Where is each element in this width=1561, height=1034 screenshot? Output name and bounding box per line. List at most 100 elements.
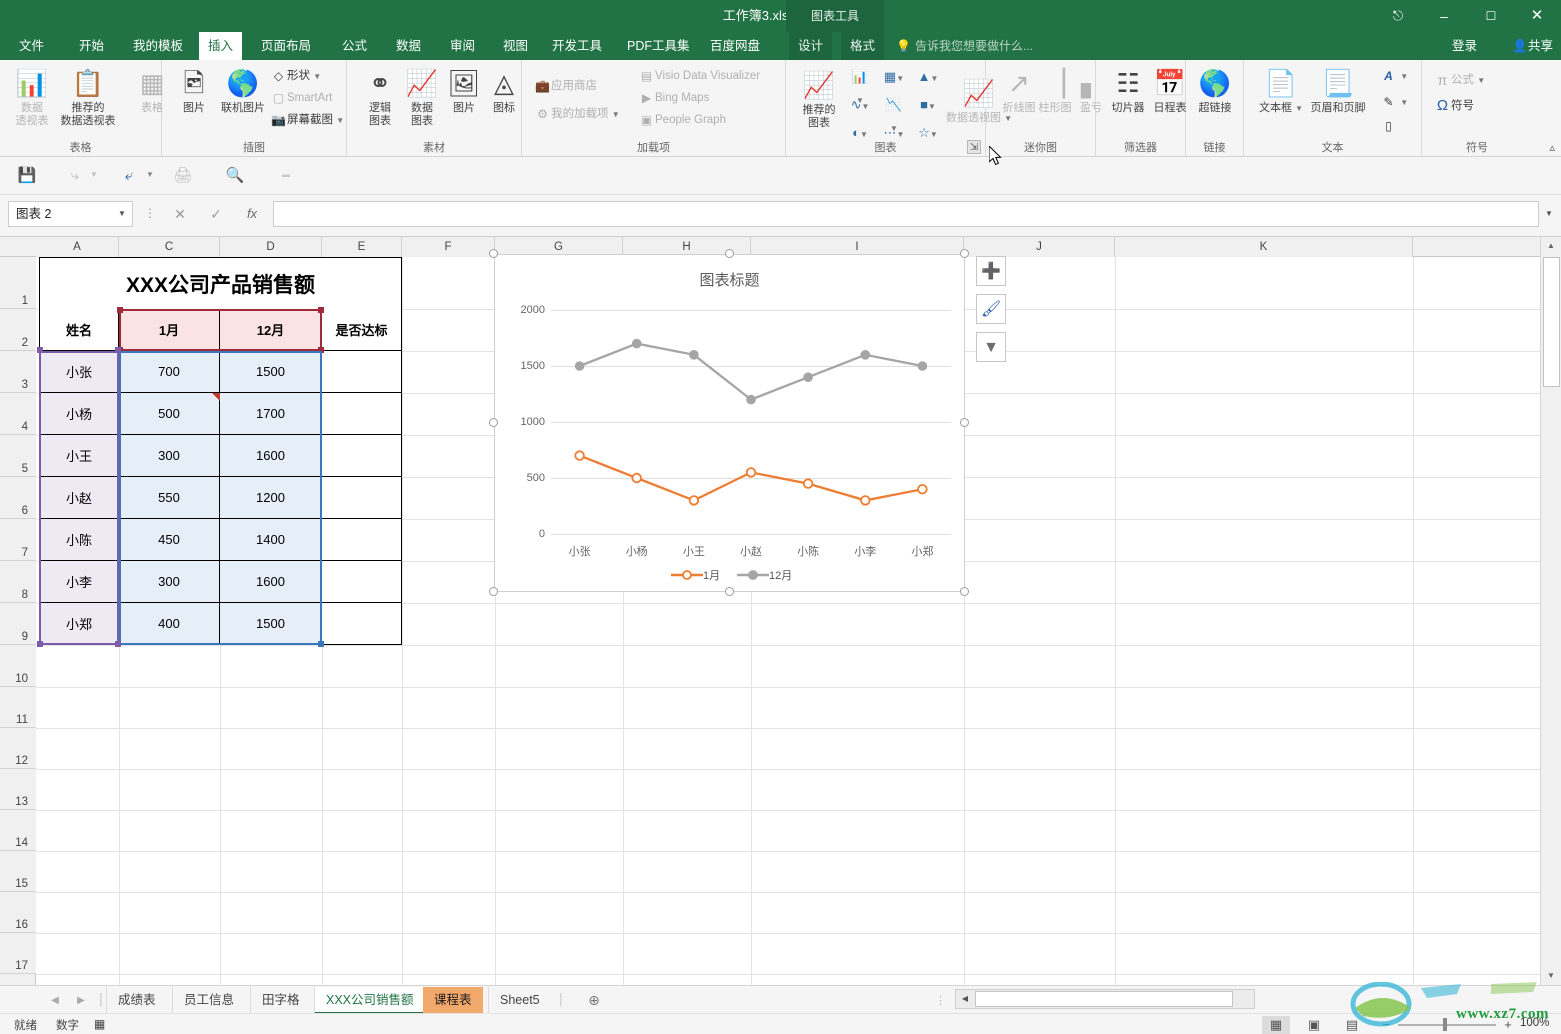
chart-resize-handle-ne[interactable] xyxy=(960,249,969,258)
smartart-icon[interactable]: ▢ SmartArt xyxy=(270,88,333,108)
sheet-tab-yuangongxinxi[interactable]: 员工信息 xyxy=(172,987,245,1014)
hierarchy-chart-icon[interactable]: ▦▼ xyxy=(882,66,906,88)
column-header-D[interactable]: D xyxy=(220,237,322,257)
chart-resize-handle-se[interactable] xyxy=(960,587,969,596)
row-header-9[interactable]: 9 xyxy=(0,603,36,645)
my-addins-icon[interactable]: ⚙ 我的加载项 ▼ xyxy=(534,104,620,124)
tab-developer[interactable]: 开发工具 xyxy=(543,32,611,60)
table-header-name[interactable]: 姓名 xyxy=(39,309,119,351)
table-row[interactable] xyxy=(322,519,402,561)
chart-resize-handle-w[interactable] xyxy=(489,418,498,427)
row-header-10[interactable]: 10 xyxy=(0,645,36,687)
waterfall-chart-icon[interactable]: ▲▼ xyxy=(916,66,940,88)
charts-dialog-launcher[interactable]: ⇲ xyxy=(967,140,981,154)
formula-input[interactable] xyxy=(273,201,1539,227)
header-footer-icon[interactable]: 📃 页眉和页脚 xyxy=(1306,64,1370,115)
shapes-icon[interactable]: ◇ 形状 ▼ xyxy=(270,66,321,86)
column-header-K[interactable]: K xyxy=(1115,237,1413,257)
tab-split-handle[interactable]: │ xyxy=(98,994,106,1006)
name-box-dropdown-icon[interactable]: ▼ xyxy=(112,201,132,227)
table-row[interactable] xyxy=(322,561,402,603)
screenshot-icon[interactable]: 📷屏幕截图 ▼ xyxy=(270,110,344,130)
table-row[interactable]: 1500 xyxy=(220,351,322,393)
table-row[interactable]: 300 xyxy=(119,435,220,477)
horizontal-scroll-thumb[interactable] xyxy=(975,991,1233,1007)
chart-resize-handle-sw[interactable] xyxy=(489,587,498,596)
table-row[interactable]: 小郑 xyxy=(39,603,119,645)
table-row[interactable]: 700 xyxy=(119,351,220,393)
redo-caret-icon[interactable]: ▼ xyxy=(90,170,98,179)
recommended-pivot-icon[interactable]: 📋 推荐的 数据透视表 xyxy=(52,64,124,127)
table-header-jan[interactable]: 1月 xyxy=(119,309,220,351)
column-header-C[interactable]: C xyxy=(119,237,220,257)
chart-object[interactable]: 图表标题 2000 1500 1000 500 0 小张 小杨 小王 小赵 小陈… xyxy=(494,254,965,592)
row-header-16[interactable]: 16 xyxy=(0,892,36,933)
maximize-icon[interactable]: ☐ xyxy=(1468,0,1514,32)
row-header-13[interactable]: 13 xyxy=(0,769,36,810)
bing-maps-icon[interactable]: ▶ Bing Maps xyxy=(638,88,709,108)
table-row[interactable]: 500 xyxy=(119,393,220,435)
row-header-5[interactable]: 5 xyxy=(0,435,36,477)
table-row[interactable]: 小张 xyxy=(39,351,119,393)
table-row[interactable]: 450 xyxy=(119,519,220,561)
chart-styles-button[interactable]: 🖌 xyxy=(976,294,1006,324)
column-header-E[interactable]: E xyxy=(322,237,402,257)
record-macro-icon[interactable]: ▦ xyxy=(94,1017,105,1031)
tab-chart-format[interactable]: 格式 xyxy=(841,32,885,60)
next-sheet-icon[interactable]: ▶ xyxy=(70,991,92,1010)
signature-line-icon[interactable]: ✎ ▼ xyxy=(1380,92,1408,112)
sheet-tab-tianzige[interactable]: 田字格 xyxy=(250,987,311,1014)
tab-page-layout[interactable]: 页面布局 xyxy=(252,32,320,60)
table-row[interactable]: 1600 xyxy=(220,561,322,603)
scroll-up-icon[interactable]: ▲ xyxy=(1541,237,1561,255)
zoom-out-button[interactable]: − xyxy=(1378,1017,1394,1032)
store-icon[interactable]: 💼应用商店 xyxy=(534,76,597,96)
line-chart-icon[interactable]: ∿▼ xyxy=(848,94,872,116)
table-row[interactable]: 1200 xyxy=(220,477,322,519)
tell-me-box[interactable]: 💡 告诉我您想要做什么... xyxy=(896,36,1033,56)
table-row[interactable] xyxy=(322,351,402,393)
row-header-1[interactable]: 1 xyxy=(0,257,36,309)
row-header-17[interactable]: 17 xyxy=(0,933,36,974)
legend-item-jan[interactable]: 1月 xyxy=(671,567,720,583)
ribbon-collapse-icon[interactable]: ▵ xyxy=(1549,141,1555,154)
online-picture-icon[interactable]: 🌎 联机图片 xyxy=(214,64,272,115)
object-icon[interactable]: ▯ xyxy=(1380,116,1397,136)
expand-formula-bar-icon[interactable]: ▼ xyxy=(1540,201,1558,227)
row-header-6[interactable]: 6 xyxy=(0,477,36,519)
chart-resize-handle-e[interactable] xyxy=(960,418,969,427)
sheet-tab-kechengbiao[interactable]: 课程表 xyxy=(423,987,483,1014)
page-break-view-button[interactable]: ▤ xyxy=(1338,1016,1366,1034)
row-header-8[interactable]: 8 xyxy=(0,561,36,603)
cancel-icon[interactable]: ✕ xyxy=(163,201,197,227)
zoom-slider-track[interactable] xyxy=(1398,1024,1496,1026)
sheet-tab-xxx-sales[interactable]: XXX公司销售额 xyxy=(314,987,425,1014)
table-row[interactable] xyxy=(322,393,402,435)
table-row[interactable]: 小杨 xyxy=(39,393,119,435)
share-button[interactable]: 👤共享 xyxy=(1512,32,1553,60)
scroll-left-icon[interactable]: ◀ xyxy=(957,991,973,1007)
column-chart-icon[interactable]: 📊▼ xyxy=(848,66,872,105)
save-icon[interactable]: 💾 xyxy=(14,163,40,189)
combo-chart-icon[interactable]: ■▼ xyxy=(916,94,940,116)
tab-review[interactable]: 审阅 xyxy=(441,32,484,60)
table-row[interactable]: 1600 xyxy=(220,435,322,477)
table-row[interactable]: 1400 xyxy=(220,519,322,561)
chart-resize-handle-nw[interactable] xyxy=(489,249,498,258)
column-header-A[interactable]: A xyxy=(36,237,119,257)
horizontal-scrollbar[interactable]: ◀ xyxy=(955,989,1255,1009)
row-header-14[interactable]: 14 xyxy=(0,810,36,851)
chart-filters-button[interactable]: ▼ xyxy=(976,332,1006,362)
close-icon[interactable]: ✕ xyxy=(1514,0,1560,32)
normal-view-button[interactable]: ▦ xyxy=(1262,1016,1290,1034)
enter-icon[interactable]: ✓ xyxy=(199,201,233,227)
table-header-dec[interactable]: 12月 xyxy=(220,309,322,351)
table-row[interactable]: 550 xyxy=(119,477,220,519)
sign-in-link[interactable]: 登录 xyxy=(1452,32,1477,60)
row-header-11[interactable]: 11 xyxy=(0,687,36,728)
prev-sheet-icon[interactable]: ◀ xyxy=(44,991,66,1010)
table-header-pass[interactable]: 是否达标 xyxy=(322,309,402,351)
vertical-scrollbar[interactable]: ▲ ▼ xyxy=(1540,237,1561,985)
equation-icon[interactable]: π 公式 ▼ xyxy=(1434,70,1485,90)
table-row[interactable]: 小赵 xyxy=(39,477,119,519)
